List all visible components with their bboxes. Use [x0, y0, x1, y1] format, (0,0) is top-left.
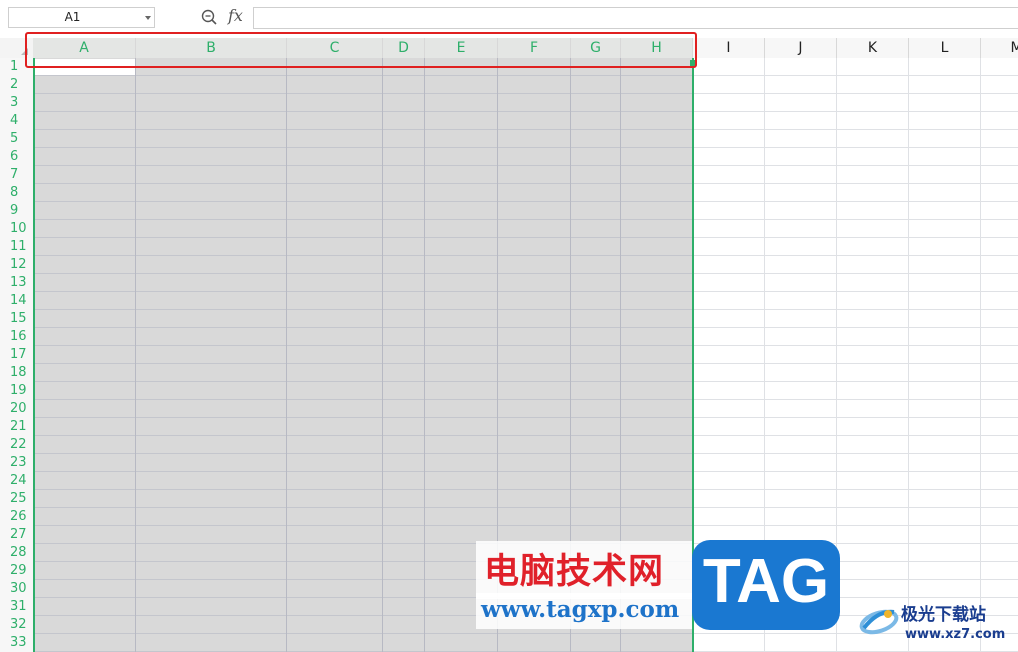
row-header-19[interactable]: 19: [0, 382, 33, 400]
row-header-21[interactable]: 21: [0, 418, 33, 436]
row-header-6[interactable]: 6: [0, 148, 33, 166]
formula-input[interactable]: [253, 7, 1018, 29]
row-header-17[interactable]: 17: [0, 346, 33, 364]
row-header-23[interactable]: 23: [0, 454, 33, 472]
watermark-url: www.tagxp.com: [481, 596, 680, 623]
row-header-11[interactable]: 11: [0, 238, 33, 256]
row-header-31[interactable]: 31: [0, 598, 33, 616]
row-header-15[interactable]: 15: [0, 310, 33, 328]
name-box[interactable]: A1: [8, 7, 155, 28]
zoom-icon[interactable]: [201, 9, 218, 26]
site-name: 极光下载站: [901, 605, 986, 625]
row-header-32[interactable]: 32: [0, 616, 33, 634]
name-box-value: A1: [64, 10, 81, 24]
column-header-i[interactable]: I: [693, 38, 765, 58]
row-header-29[interactable]: 29: [0, 562, 33, 580]
row-header-14[interactable]: 14: [0, 292, 33, 310]
row-header-13[interactable]: 13: [0, 274, 33, 292]
row-header-30[interactable]: 30: [0, 580, 33, 598]
column-gridline: [908, 58, 909, 652]
row-header-16[interactable]: 16: [0, 328, 33, 346]
column-header-m[interactable]: M: [981, 38, 1018, 58]
formula-bar: A1 fx: [0, 0, 1018, 36]
column-header-j[interactable]: J: [765, 38, 837, 58]
aurora-logo-icon: [859, 609, 899, 635]
row-header-33[interactable]: 33: [0, 634, 33, 652]
row-header-10[interactable]: 10: [0, 220, 33, 238]
column-header-k[interactable]: K: [837, 38, 909, 58]
row-header-18[interactable]: 18: [0, 364, 33, 382]
site-url: www.xz7.com: [905, 627, 1006, 642]
site-logo: 极光下载站 www.xz7.com: [855, 600, 1005, 652]
column-header-highlight-box: [25, 32, 697, 68]
row-header-20[interactable]: 20: [0, 400, 33, 418]
row-header-12[interactable]: 12: [0, 256, 33, 274]
row-header-28[interactable]: 28: [0, 544, 33, 562]
row-header-22[interactable]: 22: [0, 436, 33, 454]
column-gridline: [980, 58, 981, 652]
row-header-26[interactable]: 26: [0, 508, 33, 526]
row-header-25[interactable]: 25: [0, 490, 33, 508]
watermark-cn-panel: 电脑技术网: [476, 541, 692, 599]
watermark-tag-logo: TAG: [692, 540, 840, 630]
row-header-9[interactable]: 9: [0, 202, 33, 220]
watermark-tag-text: TAG: [702, 547, 830, 616]
fx-icon[interactable]: fx: [228, 6, 243, 25]
chevron-down-icon[interactable]: [145, 16, 151, 20]
row-header-8[interactable]: 8: [0, 184, 33, 202]
column-header-l[interactable]: L: [909, 38, 981, 58]
row-header-3[interactable]: 3: [0, 94, 33, 112]
row-header-4[interactable]: 4: [0, 112, 33, 130]
row-header-2[interactable]: 2: [0, 76, 33, 94]
row-header-5[interactable]: 5: [0, 130, 33, 148]
row-header-24[interactable]: 24: [0, 472, 33, 490]
watermark-cn-text: 电脑技术网: [484, 552, 665, 592]
row-header-27[interactable]: 27: [0, 526, 33, 544]
row-header-7[interactable]: 7: [0, 166, 33, 184]
